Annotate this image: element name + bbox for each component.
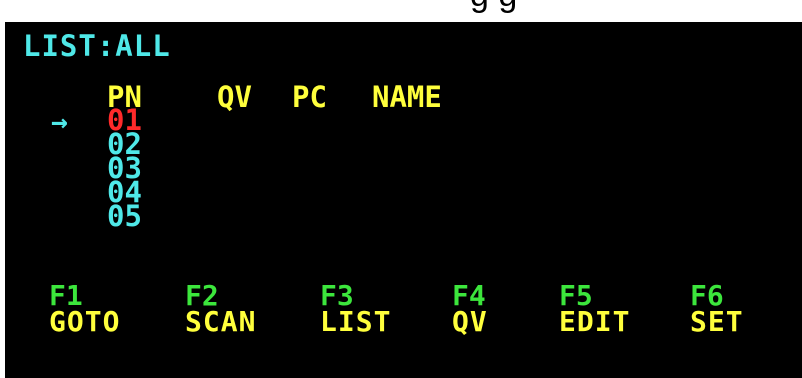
column-header-name: NAME — [372, 80, 442, 114]
cropped-text: g g — [470, 0, 517, 15]
fkey-label: SET — [690, 305, 744, 338]
f4-qv-button[interactable]: F4 QV — [452, 282, 488, 338]
fkey-label: QV — [452, 305, 488, 338]
screen-title: LIST:ALL — [23, 29, 171, 63]
f1-goto-button[interactable]: F1 GOTO — [49, 282, 121, 338]
fkey-label: SCAN — [185, 305, 257, 338]
cursor-arrow-icon: → — [51, 105, 68, 138]
list-item[interactable]: 05 — [107, 202, 142, 231]
fkey-label: EDIT — [559, 305, 631, 338]
fkey-label: LIST — [320, 305, 392, 338]
terminal-screen: LIST:ALL PN QV PC NAME → 01 02 03 04 05 … — [5, 22, 802, 378]
f6-set-button[interactable]: F6 SET — [690, 282, 744, 338]
f3-list-button[interactable]: F3 LIST — [320, 282, 392, 338]
fkey-label: GOTO — [49, 305, 121, 338]
top-strip: g g — [0, 0, 802, 22]
column-header-pc: PC — [292, 80, 327, 114]
program-list: 01 02 03 04 05 — [107, 106, 142, 231]
f2-scan-button[interactable]: F2 SCAN — [185, 282, 257, 338]
function-key-bar: F1 GOTO F2 SCAN F3 LIST F4 QV F5 EDIT F6… — [49, 282, 799, 344]
column-header-qv: QV — [217, 80, 252, 114]
f5-edit-button[interactable]: F5 EDIT — [559, 282, 631, 338]
